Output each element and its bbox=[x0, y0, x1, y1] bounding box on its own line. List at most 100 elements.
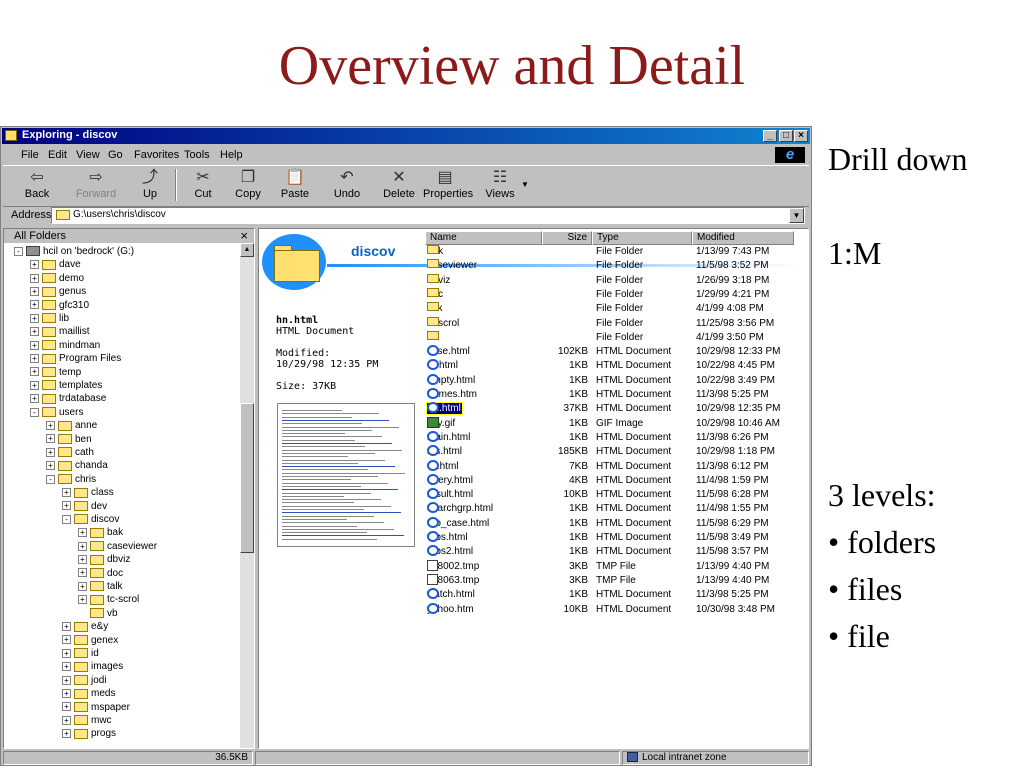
file-row[interactable]: case.html 102KB HTML Document 10/29/98 12:3… bbox=[425, 345, 805, 359]
tree-item[interactable]: + dev bbox=[62, 500, 107, 513]
folders-scrollbar[interactable]: ▲ bbox=[240, 243, 254, 748]
file-row[interactable]: cv.html 1KB HTML Document 10/22/98 4:45 PM bbox=[425, 359, 805, 373]
expand-icon[interactable]: + bbox=[62, 729, 71, 739]
expand-icon[interactable]: + bbox=[30, 380, 39, 390]
views-dropdown-icon[interactable]: ▼ bbox=[521, 180, 529, 189]
tree-item[interactable]: + images bbox=[62, 660, 123, 673]
expand-icon[interactable]: + bbox=[62, 488, 71, 498]
file-row[interactable]: caseviewer File Folder 11/5/98 3:52 PM bbox=[425, 259, 805, 273]
minimize-button[interactable]: _ bbox=[763, 130, 777, 142]
scroll-up-button[interactable]: ▲ bbox=[240, 243, 254, 257]
tree-item[interactable]: + dbviz bbox=[78, 553, 130, 566]
expand-icon[interactable]: + bbox=[78, 595, 87, 605]
collapse-icon[interactable]: - bbox=[46, 474, 55, 484]
file-row[interactable]: talkFile Folder4/1/99 4:08 PM bbox=[425, 302, 805, 316]
expand-icon[interactable]: + bbox=[62, 702, 71, 712]
expand-icon[interactable]: + bbox=[46, 434, 55, 444]
forward-button[interactable]: ⇨ Forward bbox=[73, 168, 119, 202]
menu-view[interactable]: View bbox=[76, 149, 100, 161]
tree-item[interactable]: + meds bbox=[62, 687, 115, 700]
tree-item[interactable]: - users bbox=[30, 406, 83, 419]
collapse-icon[interactable]: - bbox=[62, 514, 71, 524]
expand-icon[interactable]: + bbox=[62, 689, 71, 699]
address-input[interactable]: G:\users\chris\discov ▼ bbox=[51, 207, 805, 224]
address-dropdown-button[interactable]: ▼ bbox=[789, 208, 804, 223]
file-row[interactable]: bakFile Folder1/13/99 7:43 PM bbox=[425, 245, 805, 259]
tree-item[interactable]: + lib bbox=[30, 312, 69, 325]
tree-item[interactable]: + demo bbox=[30, 272, 84, 285]
tree-item[interactable]: + mspaper bbox=[62, 701, 130, 714]
expand-icon[interactable]: + bbox=[62, 662, 71, 672]
expand-icon[interactable]: + bbox=[46, 421, 55, 431]
file-row[interactable]: key.gif 1KB GIF Image 10/29/98 10:46 AM bbox=[425, 416, 805, 431]
cut-button[interactable]: ✂ Cut bbox=[189, 168, 217, 202]
scroll-thumb[interactable] bbox=[240, 403, 254, 553]
expand-icon[interactable]: + bbox=[62, 648, 71, 658]
expand-icon[interactable]: + bbox=[46, 461, 55, 471]
tree-item[interactable]: + cath bbox=[46, 446, 94, 459]
file-row[interactable]: tc-scrol File Folder 11/25/98 3:56 PM bbox=[425, 316, 805, 331]
column-type[interactable]: Type bbox=[592, 231, 692, 245]
file-row[interactable]: dbvizFile Folder1/26/99 3:18 PM bbox=[425, 273, 805, 288]
expand-icon[interactable]: + bbox=[78, 555, 87, 565]
delete-button[interactable]: ✕ Delete bbox=[382, 168, 416, 202]
expand-icon[interactable]: + bbox=[30, 394, 39, 404]
menu-favorites[interactable]: Favorites bbox=[134, 149, 179, 161]
file-row[interactable]: watch.html 1KB HTML Document 11/3/98 5:25 P… bbox=[425, 588, 805, 602]
tree-item[interactable]: + gfc310 bbox=[30, 299, 89, 312]
tree-item[interactable]: + ben bbox=[46, 433, 92, 446]
file-row[interactable]: vb8002.tmp 3KB TMP File 1/13/99 4:40 PM bbox=[425, 559, 805, 574]
menu-tools[interactable]: Tools bbox=[184, 149, 210, 161]
tree-item[interactable]: + bak bbox=[78, 526, 123, 539]
close-pane-icon[interactable]: × bbox=[240, 229, 248, 243]
expand-icon[interactable]: + bbox=[30, 300, 39, 310]
expand-icon[interactable]: + bbox=[62, 675, 71, 685]
file-row[interactable]: query.html 4KB HTML Document 11/4/98 1:59 P… bbox=[425, 473, 805, 488]
tree-item[interactable]: + caseviewer bbox=[78, 540, 157, 553]
file-row[interactable]: tab_case.html 1KB HTML Document 11/5/98 6:2… bbox=[425, 516, 805, 531]
tree-item[interactable]: + temp bbox=[30, 366, 81, 379]
column-modified[interactable]: Modified bbox=[692, 231, 794, 245]
up-button[interactable]: ⤴ Up bbox=[135, 168, 165, 202]
file-row[interactable]: vbFile Folder4/1/99 3:50 PM bbox=[425, 330, 805, 345]
tree-item[interactable]: - chris bbox=[46, 473, 96, 486]
tree-item[interactable]: + e&y bbox=[62, 620, 108, 633]
expand-icon[interactable]: + bbox=[30, 354, 39, 364]
tree-item[interactable]: - discov bbox=[62, 513, 119, 526]
tree-item[interactable]: + progs bbox=[62, 727, 116, 740]
tree-item[interactable]: + chanda bbox=[46, 459, 108, 472]
expand-icon[interactable]: + bbox=[62, 715, 71, 725]
file-row[interactable]: vb8063.tmp 3KB TMP File 1/13/99 4:40 PM bbox=[425, 573, 805, 588]
column-name[interactable]: Name bbox=[425, 231, 542, 245]
expand-icon[interactable]: + bbox=[78, 541, 87, 551]
file-row[interactable]: main.html 1KB HTML Document 11/3/98 6:26 PM bbox=[425, 430, 805, 445]
collapse-icon[interactable]: - bbox=[30, 407, 39, 417]
properties-button[interactable]: ▤ Properties bbox=[423, 168, 473, 202]
tree-item[interactable]: + dave bbox=[30, 258, 81, 271]
file-row[interactable]: yahoo.htm 10KB HTML Document 10/30/98 3:48 … bbox=[425, 602, 805, 617]
tree-item[interactable]: + mwc bbox=[62, 714, 112, 727]
expand-icon[interactable]: + bbox=[30, 367, 39, 377]
column-size[interactable]: Size bbox=[542, 231, 592, 245]
expand-icon[interactable]: + bbox=[30, 260, 39, 270]
file-row[interactable]: ms.html 185KB HTML Document 10/29/98 1:18 P… bbox=[425, 445, 805, 459]
back-button[interactable]: ⇦ Back bbox=[15, 168, 59, 202]
tree-item[interactable]: + id bbox=[62, 647, 99, 660]
expand-icon[interactable]: + bbox=[30, 273, 39, 283]
expand-icon[interactable]: + bbox=[78, 528, 87, 538]
file-row[interactable]: tabs.html 1KB HTML Document 11/5/98 3:49 PM bbox=[425, 531, 805, 545]
file-row[interactable]: frames.htm 1KB HTML Document 11/3/98 5:25 P… bbox=[425, 388, 805, 402]
tree-item[interactable]: + mindman bbox=[30, 339, 100, 352]
menu-edit[interactable]: Edit bbox=[48, 149, 67, 161]
tree-item[interactable]: - hcil on 'bedrock' (G:) bbox=[14, 245, 134, 258]
copy-button[interactable]: ❐ Copy bbox=[231, 168, 265, 202]
tree-item[interactable]: + talk bbox=[78, 580, 123, 593]
expand-icon[interactable]: + bbox=[78, 581, 87, 591]
file-row[interactable]: hn.html 37KB HTML Document 10/29/98 12:35 P… bbox=[425, 402, 805, 416]
tree-item[interactable]: + jodi bbox=[62, 674, 107, 687]
close-button[interactable]: × bbox=[794, 130, 808, 142]
tree-item[interactable]: + trdatabase bbox=[30, 392, 106, 405]
file-row[interactable]: tabs2.html 1KB HTML Document 11/5/98 3:57 P… bbox=[425, 545, 805, 559]
file-row[interactable]: docFile Folder1/29/99 4:21 PM bbox=[425, 287, 805, 302]
expand-icon[interactable]: + bbox=[62, 635, 71, 645]
